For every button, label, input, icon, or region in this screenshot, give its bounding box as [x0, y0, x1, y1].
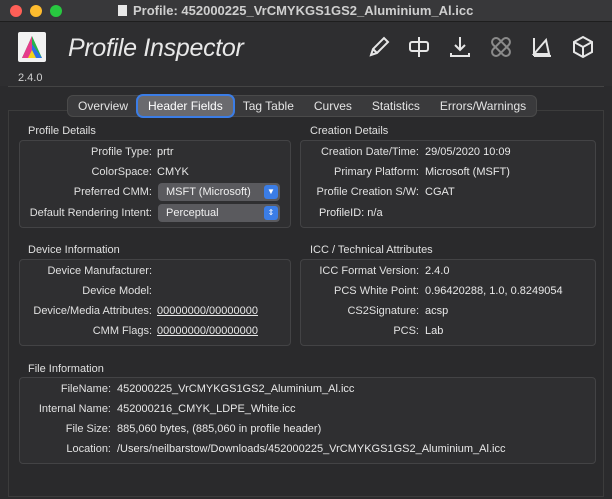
- signature-label: CS2Signature:: [347, 305, 419, 317]
- cmm-flags-label: CMM Flags:: [92, 325, 152, 337]
- close-window-button[interactable]: [10, 5, 22, 17]
- app-version: 2.4.0: [18, 72, 43, 84]
- white-point-label: PCS White Point:: [334, 285, 419, 297]
- signature-value: acsp: [425, 305, 449, 317]
- creation-date-label: Creation Date/Time:: [320, 146, 419, 158]
- tab-header-fields[interactable]: Header Fields: [138, 96, 233, 116]
- title-bar: Profile: 452000225_VrCMYKGS1GS2_Aluminiu…: [0, 0, 612, 22]
- profile-type-value: prtr: [157, 146, 174, 158]
- internal-name-value: 452000216_CMYK_LDPE_White.icc: [117, 403, 296, 415]
- model-label: Device Model:: [82, 285, 152, 297]
- icc-attributes-title: ICC / Technical Attributes: [310, 244, 433, 256]
- tab-bar: Overview Header Fields Tag Table Curves …: [67, 95, 538, 117]
- window-title: Profile: 452000225_VrCMYKGS1GS2_Aluminiu…: [118, 3, 473, 18]
- software-label: Profile Creation S/W:: [316, 186, 419, 198]
- file-size-value: 885,060 bytes, (885,060 in profile heade…: [117, 423, 322, 435]
- file-info-box: FileName: 452000225_VrCMYKGS1GS2_Alumini…: [19, 377, 596, 464]
- software-value: CGAT: [425, 186, 455, 198]
- manufacturer-label: Device Manufacturer:: [47, 265, 152, 277]
- colorspace-label: ColorSpace:: [91, 166, 152, 178]
- pcs-label: PCS:: [393, 325, 419, 337]
- download-icon[interactable]: [447, 34, 473, 60]
- colorspace-value: CMYK: [157, 166, 189, 178]
- rendering-intent-select[interactable]: Perceptual ⇕: [158, 204, 280, 222]
- gamut-icon[interactable]: [529, 34, 555, 60]
- attributes-label: Device/Media Attributes:: [33, 305, 152, 317]
- format-version-value: 2.4.0: [425, 265, 450, 277]
- updown-chevron-icon: ⇕: [264, 206, 278, 220]
- location-value: /Users/neilbarstow/Downloads/452000225_V…: [117, 443, 506, 455]
- icc-attributes-box: ICC Format Version: 2.4.0 PCS White Poin…: [300, 259, 596, 346]
- device-info-title: Device Information: [28, 244, 120, 256]
- tab-content-panel: Profile Details Profile Type: prtr Color…: [8, 110, 604, 497]
- app-header: Profile Inspector 2.4.0: [0, 22, 612, 86]
- profile-details-box: Profile Type: prtr ColorSpace: CMYK Pref…: [19, 140, 291, 228]
- location-label: Location:: [66, 443, 111, 455]
- white-point-value: 0.96420288, 1.0, 0.8249054: [425, 285, 563, 297]
- creation-details-title: Creation Details: [310, 125, 389, 137]
- zoom-window-button[interactable]: [50, 5, 62, 17]
- cube-icon[interactable]: [570, 34, 596, 60]
- tab-statistics[interactable]: Statistics: [362, 96, 430, 116]
- filename-label: FileName:: [60, 383, 111, 395]
- tab-tag-table[interactable]: Tag Table: [233, 96, 304, 116]
- internal-name-label: Internal Name:: [38, 403, 111, 415]
- tab-curves[interactable]: Curves: [304, 96, 362, 116]
- format-version-label: ICC Format Version:: [319, 265, 419, 277]
- profile-type-label: Profile Type:: [91, 146, 152, 158]
- chevron-down-icon: ▼: [264, 185, 278, 199]
- creation-date-value: 29/05/2020 10:09: [425, 146, 511, 158]
- attributes-link[interactable]: 00000000/00000000: [157, 305, 258, 317]
- pcs-value: Lab: [425, 325, 444, 337]
- header-divider: [8, 86, 604, 87]
- filename-value: 452000225_VrCMYKGS1GS2_Aluminium_Al.icc: [117, 383, 355, 395]
- tab-errors-warnings[interactable]: Errors/Warnings: [430, 96, 536, 116]
- cmm-flags-link[interactable]: 00000000/00000000: [157, 325, 258, 337]
- file-size-label: File Size:: [65, 423, 111, 435]
- minimize-window-button[interactable]: [30, 5, 42, 17]
- profile-details-title: Profile Details: [28, 125, 96, 137]
- preferred-cmm-select[interactable]: MSFT (Microsoft) ▼: [158, 183, 280, 201]
- pencil-icon[interactable]: [366, 34, 392, 60]
- device-info-box: Device Manufacturer: Device Model: Devic…: [19, 259, 291, 346]
- app-name: Profile Inspector: [68, 34, 244, 62]
- rendering-intent-label: Default Rendering Intent:: [29, 207, 152, 219]
- bandage-icon[interactable]: [488, 34, 514, 60]
- split-icon[interactable]: [406, 34, 432, 60]
- file-info-title: File Information: [28, 363, 104, 375]
- preferred-cmm-label: Preferred CMM:: [73, 186, 152, 198]
- document-icon: [118, 5, 127, 16]
- platform-label: Primary Platform:: [334, 166, 419, 178]
- tab-overview[interactable]: Overview: [68, 96, 138, 116]
- app-logo-icon: [18, 32, 46, 62]
- platform-value: Microsoft (MSFT): [425, 166, 510, 178]
- creation-details-box: Creation Date/Time: 29/05/2020 10:09 Pri…: [300, 140, 596, 228]
- profile-id: ProfileID: n/a: [319, 207, 383, 219]
